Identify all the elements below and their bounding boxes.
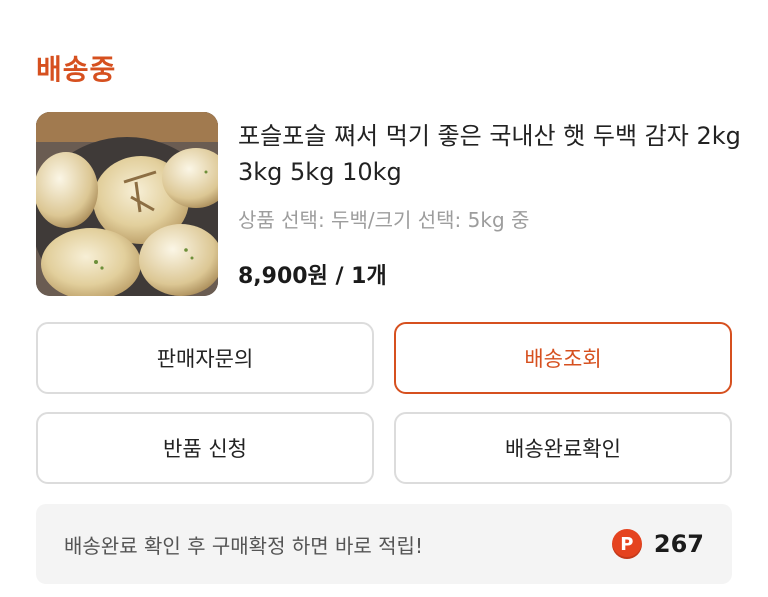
- track-delivery-button[interactable]: 배송조회: [394, 322, 732, 394]
- product-option: 상품 선택: 두백/크기 선택: 5kg 중: [238, 208, 530, 232]
- return-request-button[interactable]: 반품 신청: [36, 412, 374, 484]
- seller-inquiry-button[interactable]: 판매자문의: [36, 322, 374, 394]
- reward-notice: 배송완료 확인 후 구매확정 하면 바로 적립! P 267: [36, 504, 732, 584]
- product-title[interactable]: 포슬포슬 쪄서 먹기 좋은 국내산 햇 두백 감자 2kg 3kg 5kg 10…: [238, 118, 748, 190]
- product-price: 8,900원 / 1개: [238, 264, 387, 289]
- order-status: 배송중: [36, 53, 117, 86]
- reward-points: P 267: [611, 529, 704, 559]
- point-value: 267: [653, 530, 704, 558]
- confirm-delivery-button[interactable]: 배송완료확인: [394, 412, 732, 484]
- reward-notice-text: 배송완료 확인 후 구매확정 하면 바로 적립!: [64, 533, 423, 558]
- product-thumbnail[interactable]: [36, 112, 218, 296]
- point-icon: P: [611, 529, 642, 559]
- potato-photo-icon: [36, 112, 218, 296]
